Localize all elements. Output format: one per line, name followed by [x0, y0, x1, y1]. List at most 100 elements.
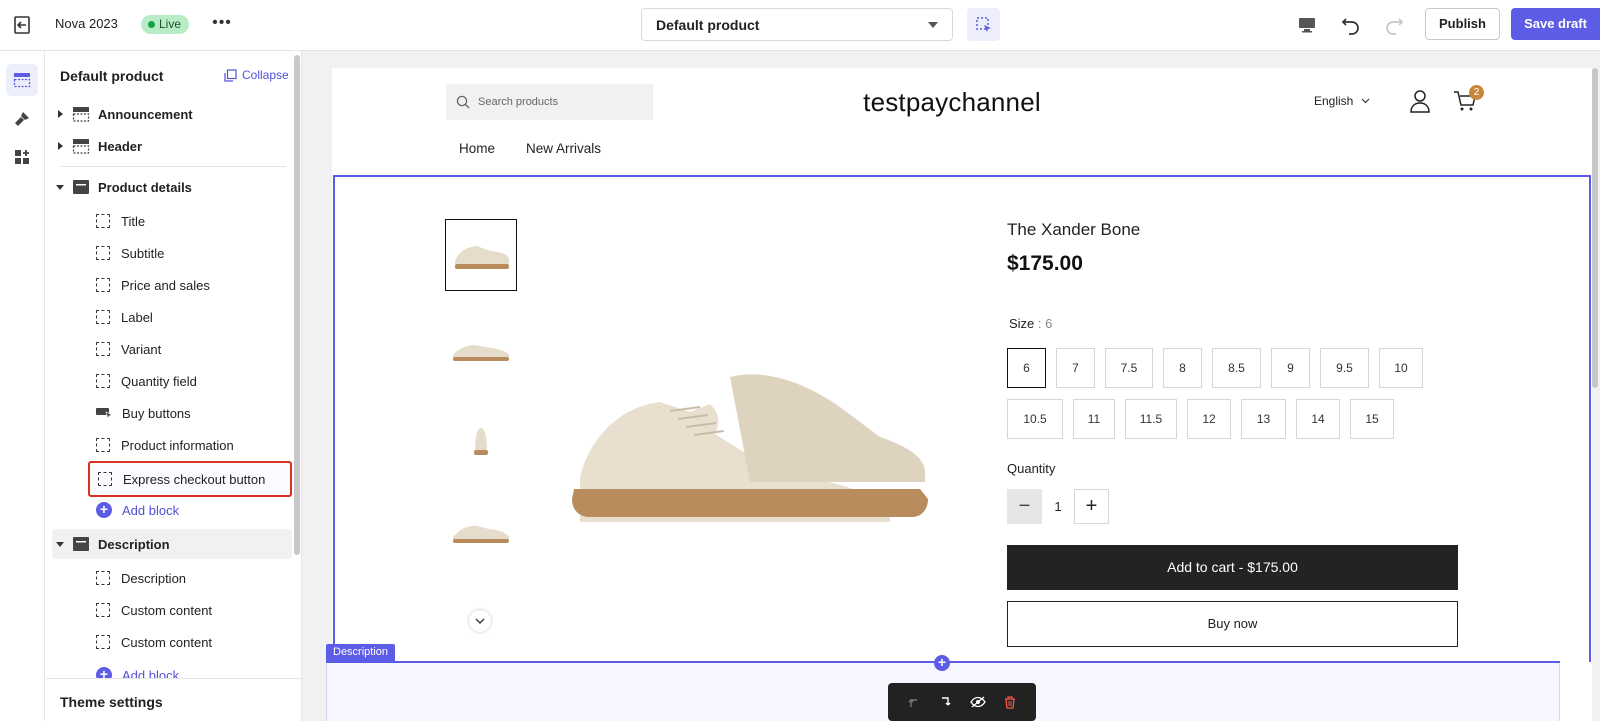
add-block-label: Add block	[122, 502, 180, 518]
size-option[interactable]: 10.5	[1007, 399, 1063, 439]
size-option[interactable]: 6	[1007, 348, 1046, 388]
quantity-increase-button[interactable]: +	[1074, 489, 1109, 524]
add-block-button[interactable]: + Add block	[96, 495, 292, 525]
section-toolbar	[888, 683, 1036, 721]
block-quantity-field[interactable]: Quantity field	[96, 366, 292, 396]
block-icon	[96, 342, 110, 356]
block-icon	[96, 246, 110, 260]
collapse-button[interactable]: Collapse	[224, 68, 289, 82]
block-label: Price and sales	[121, 277, 210, 293]
theme-settings-label: Theme settings	[60, 694, 163, 710]
undo-button[interactable]	[1338, 12, 1364, 38]
block-product-information[interactable]: Product information	[96, 430, 292, 460]
sidebar-scrollbar[interactable]	[294, 55, 300, 555]
select-cursor-icon	[975, 16, 991, 32]
size-option[interactable]: 14	[1296, 399, 1340, 439]
add-to-cart-button[interactable]: Add to cart - $175.00	[1007, 545, 1458, 590]
product-price: $175.00	[1007, 252, 1083, 275]
block-label: Title	[121, 213, 146, 229]
thumbnails-next-button[interactable]	[469, 610, 491, 632]
language-selector[interactable]: English	[1314, 94, 1370, 108]
publish-button[interactable]: Publish	[1425, 8, 1500, 40]
collapse-label: Collapse	[242, 68, 289, 82]
block-buy-buttons[interactable]: Buy buttons	[96, 398, 292, 428]
product-main-image[interactable]	[560, 367, 935, 527]
product-thumbnail[interactable]	[445, 219, 517, 291]
delete-button[interactable]	[999, 691, 1021, 713]
size-option[interactable]: 10	[1379, 348, 1423, 388]
chevron-down-icon	[475, 618, 485, 624]
more-options-button[interactable]: •••	[210, 13, 234, 35]
block-label-text: Label	[121, 309, 153, 325]
size-option[interactable]: 7	[1056, 348, 1095, 388]
size-option[interactable]: 11.5	[1125, 399, 1177, 439]
block-label[interactable]: Label	[96, 302, 292, 332]
nav-new-arrivals[interactable]: New Arrivals	[526, 141, 601, 156]
section-product-details[interactable]: Product details	[46, 172, 296, 202]
theme-settings-footer[interactable]: Theme settings	[46, 678, 301, 721]
store-brand[interactable]: testpaychannel	[862, 87, 1042, 118]
add-section-button[interactable]: +	[934, 655, 950, 671]
save-draft-button[interactable]: Save draft	[1511, 8, 1600, 40]
section-description[interactable]: Description	[52, 529, 292, 559]
size-option[interactable]: 13	[1241, 399, 1286, 439]
product-title: The Xander Bone	[1007, 220, 1141, 239]
page-template-value: Default product	[656, 16, 760, 33]
product-thumbnail[interactable]	[445, 402, 517, 474]
account-icon[interactable]	[1408, 88, 1432, 114]
block-subtitle[interactable]: Subtitle	[96, 238, 292, 268]
size-option[interactable]: 9.5	[1320, 348, 1369, 388]
page-template-select[interactable]: Default product	[641, 8, 953, 41]
section-tag: Description	[326, 644, 396, 661]
size-option[interactable]: 7.5	[1105, 348, 1153, 388]
size-option[interactable]: 11	[1073, 399, 1115, 439]
exit-icon[interactable]	[12, 14, 34, 36]
block-label: Product information	[121, 437, 234, 453]
product-thumbnail[interactable]	[445, 496, 517, 568]
inspect-button[interactable]	[967, 8, 1000, 41]
size-option[interactable]: 9	[1271, 348, 1310, 388]
hide-button[interactable]	[967, 691, 989, 713]
block-label: Description	[121, 570, 187, 586]
plus-icon: +	[937, 654, 947, 670]
block-icon	[96, 278, 110, 292]
block-express-checkout-button[interactable]: Express checkout button	[88, 461, 292, 497]
size-option[interactable]: 8.5	[1212, 348, 1261, 388]
product-thumbnail[interactable]	[445, 314, 517, 386]
quantity-decrease-button[interactable]: −	[1007, 489, 1042, 524]
size-option[interactable]: 12	[1187, 399, 1231, 439]
block-custom-content[interactable]: Custom content	[96, 627, 292, 657]
block-description[interactable]: Description	[96, 563, 292, 593]
store-search-input[interactable]: Search products	[446, 84, 653, 120]
size-option[interactable]: 8	[1163, 348, 1202, 388]
block-variant[interactable]: Variant	[96, 334, 292, 364]
section-layout-icon	[72, 107, 90, 122]
block-custom-content[interactable]: Custom content	[96, 595, 292, 625]
rail-theme-settings-button[interactable]	[6, 103, 38, 135]
size-label-text: Size	[1009, 316, 1035, 331]
redo-button[interactable]	[1381, 12, 1407, 38]
move-up-button[interactable]	[903, 691, 925, 713]
brush-icon	[15, 112, 29, 126]
redo-icon	[1386, 18, 1404, 35]
section-announcement[interactable]: Announcement	[46, 99, 296, 129]
nav-home[interactable]: Home	[459, 141, 495, 156]
quantity-input[interactable]: 1	[1042, 489, 1074, 524]
size-selected-value: 6	[1045, 316, 1053, 331]
block-label: Custom content	[121, 634, 213, 650]
rail-apps-button[interactable]	[6, 141, 38, 173]
rail-sections-button[interactable]	[6, 64, 38, 96]
section-header[interactable]: Header	[46, 131, 296, 161]
product-details-section[interactable]: The Xander Bone $175.00 Size : 6 6 7 7.5…	[333, 175, 1591, 662]
block-price-and-sales[interactable]: Price and sales	[96, 270, 292, 300]
size-separator: :	[1034, 316, 1046, 331]
size-option[interactable]: 15	[1350, 399, 1394, 439]
minus-icon: −	[1018, 495, 1031, 517]
preview-scrollbar[interactable]	[1592, 68, 1598, 388]
section-label: Description	[98, 536, 170, 552]
buy-now-button[interactable]: Buy now	[1007, 601, 1458, 647]
desktop-preview-button[interactable]	[1294, 12, 1320, 38]
block-title[interactable]: Title	[96, 206, 292, 236]
move-down-button[interactable]	[935, 691, 957, 713]
live-status-label: Live	[159, 17, 182, 31]
